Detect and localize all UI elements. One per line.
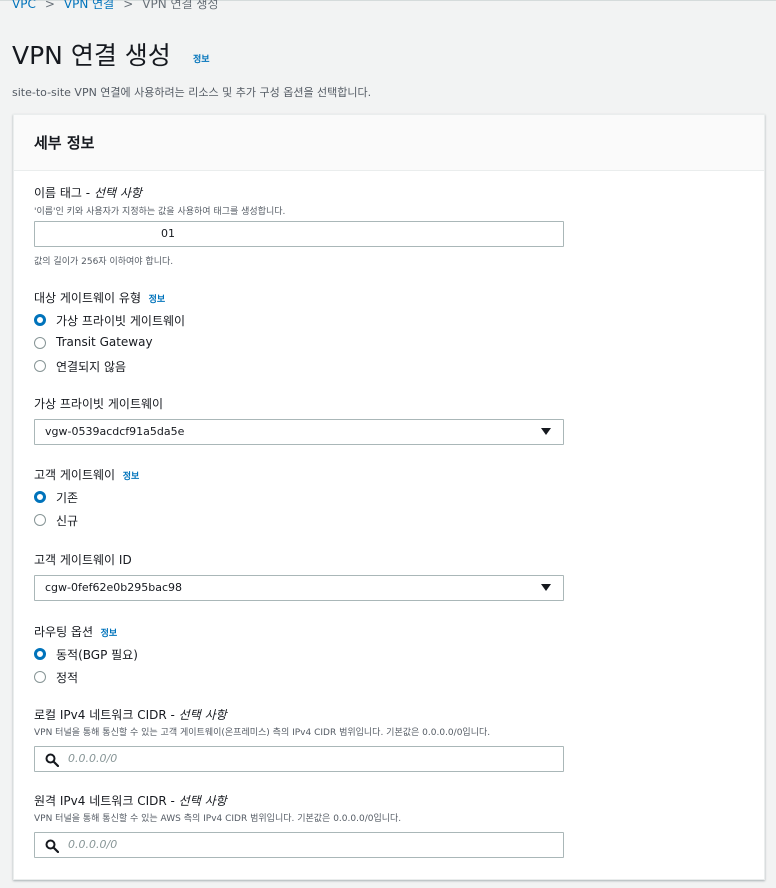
- customer-gateway-info-link[interactable]: 정보: [123, 472, 140, 482]
- radio-label: Transit Gateway: [56, 335, 153, 349]
- local-cidr-input[interactable]: 0.0.0.0/0: [34, 746, 564, 772]
- breadcrumb-separator: >: [44, 0, 55, 11]
- virtual-private-gateway-select[interactable]: vgw-0539acdcf91a5da5e: [34, 419, 564, 445]
- radio-label: 정적: [56, 671, 79, 685]
- search-icon: [45, 753, 59, 767]
- remote-cidr-input[interactable]: 0.0.0.0/0: [34, 832, 564, 858]
- customer-gateway-id-select[interactable]: cgw-0fef62e0b295bac98: [34, 575, 564, 601]
- radio-label: 기존: [56, 491, 79, 505]
- panel-title: 세부 정보: [34, 134, 95, 152]
- optional-marker: 선택 사항: [178, 794, 227, 808]
- name-tag-constraint: 값의 길이가 256자 이하여야 합니다.: [34, 257, 174, 267]
- routing-options-info-link[interactable]: 정보: [101, 629, 118, 639]
- name-tag-input[interactable]: 01: [34, 221, 564, 247]
- target-gateway-type-label: 대상 게이트웨이 유형 정보: [34, 291, 166, 305]
- selected-value: vgw-0539acdcf91a5da5e: [45, 425, 185, 438]
- local-cidr-placeholder: 0.0.0.0/0: [68, 752, 118, 765]
- radio-button[interactable]: [34, 337, 46, 349]
- radio-label: 가상 프라이빗 게이트웨이: [56, 314, 186, 328]
- remote-cidr-description: VPN 터널을 통해 통신할 수 있는 AWS 측의 IPv4 CIDR 범위입…: [34, 814, 402, 824]
- dropdown-caret-icon: [541, 428, 551, 435]
- radio-button-checked[interactable]: [34, 314, 46, 326]
- search-icon: [45, 839, 59, 853]
- page-subtitle: site-to-site VPN 연결에 사용하려는 리소스 및 추가 구성 옵…: [12, 86, 372, 99]
- selected-value: cgw-0fef62e0b295bac98: [45, 581, 183, 594]
- customer-gateway-label: 고객 게이트웨이 정보: [34, 468, 140, 482]
- local-cidr-label: 로컬 IPv4 네트워크 CIDR - 선택 사항: [34, 708, 227, 722]
- routing-options-label: 라우팅 옵션 정보: [34, 625, 118, 639]
- radio-label: 신규: [56, 514, 79, 528]
- breadcrumb-vpn-connections[interactable]: VPN 연결: [64, 0, 114, 11]
- radio-button[interactable]: [34, 360, 46, 372]
- remote-cidr-label: 원격 IPv4 네트워크 CIDR - 선택 사항: [34, 794, 227, 808]
- breadcrumb-separator: >: [123, 0, 134, 11]
- optional-marker: 선택 사항: [93, 186, 142, 200]
- radio-button[interactable]: [34, 671, 46, 683]
- details-panel: 세부 정보 이름 태그 - 선택 사항 '이름'인 키와 사용자가 지정하는 값…: [13, 114, 765, 880]
- radio-label: 동적(BGP 필요): [56, 648, 138, 662]
- breadcrumb-vpc[interactable]: VPC: [12, 0, 36, 11]
- remote-cidr-placeholder: 0.0.0.0/0: [68, 838, 118, 851]
- breadcrumb: VPC > VPN 연결 > VPN 연결 생성: [12, 0, 219, 12]
- name-tag-label: 이름 태그 - 선택 사항: [34, 186, 142, 200]
- dropdown-caret-icon: [541, 584, 551, 591]
- radio-label: 연결되지 않음: [56, 360, 127, 374]
- local-cidr-description: VPN 터널을 통해 통신할 수 있는 고객 게이트웨이(온프레미스) 측의 I…: [34, 728, 491, 738]
- name-tag-description: '이름'인 키와 사용자가 지정하는 값을 사용하여 태그를 생성합니다.: [34, 207, 286, 217]
- radio-button-checked[interactable]: [34, 648, 46, 660]
- virtual-private-gateway-label: 가상 프라이빗 게이트웨이: [34, 397, 164, 411]
- page-title: VPN 연결 생성: [12, 41, 171, 70]
- target-gateway-type-info-link[interactable]: 정보: [149, 295, 166, 305]
- page-info-link[interactable]: 정보: [193, 52, 210, 65]
- breadcrumb-current: VPN 연결 생성: [142, 0, 219, 11]
- radio-button-checked[interactable]: [34, 491, 46, 503]
- radio-button[interactable]: [34, 514, 46, 526]
- customer-gateway-id-label: 고객 게이트웨이 ID: [34, 553, 132, 567]
- optional-marker: 선택 사항: [178, 708, 227, 722]
- panel-header: 세부 정보: [14, 115, 764, 171]
